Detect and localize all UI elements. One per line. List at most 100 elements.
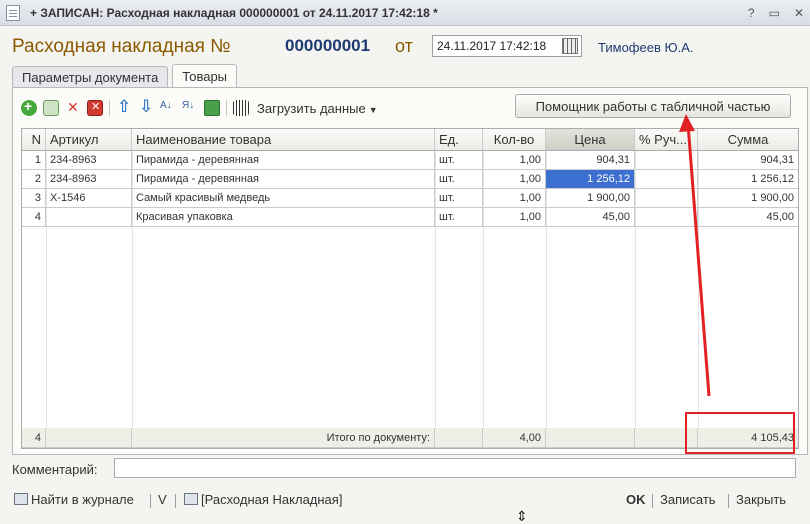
ok-button[interactable]: OK [626,492,646,507]
print-label: [Расходная Накладная] [201,492,343,507]
cell-sum[interactable]: 45,00 [698,208,798,227]
save-button[interactable]: Записать [660,492,716,507]
find-in-journal-label: Найти в журнале [31,492,134,507]
copy-icon[interactable] [43,100,59,116]
header-sum[interactable]: Сумма [698,129,798,151]
scale-icon[interactable] [204,100,220,116]
header-price[interactable]: Цена [546,129,635,151]
delete-icon[interactable] [65,99,81,116]
close-button[interactable]: Закрыть [736,492,786,507]
sort-asc-icon[interactable] [160,100,176,116]
cell-sum[interactable]: 1 900,00 [698,189,798,208]
footer-qty-total: 4,00 [483,428,546,448]
cell-qty[interactable]: 1,00 [483,208,546,227]
tab-document-params[interactable]: Параметры документа [12,66,169,88]
table-row[interactable]: 1 234-8963 Пирамида - деревянная шт. 1,0… [22,151,798,170]
help-icon[interactable]: ? [748,6,755,20]
comment-label: Комментарий: [12,462,98,477]
cell-name[interactable]: Пирамида - деревянная [132,170,435,189]
cell-article[interactable] [46,208,132,227]
maximize-icon[interactable]: ▭ [769,6,780,20]
footer-total-label: Итого по документу: [132,428,435,448]
footer-count: 4 [22,428,46,448]
cell-n[interactable]: 2 [22,170,46,189]
tab-goods[interactable]: Товары [172,64,238,88]
header-unit[interactable]: Ед. [435,129,483,151]
goods-panel: Загрузить данные▼ Помощник работы с табл… [12,87,808,455]
toolbar-separator [226,100,227,116]
footer-empty [435,428,483,448]
table-row[interactable]: 3 X-1546 Самый красивый медведь шт. 1,00… [22,189,798,208]
cell-sum[interactable]: 1 256,12 [698,170,798,189]
find-in-journal-button[interactable]: Найти в журнале [14,492,134,507]
cell-name[interactable]: Пирамида - деревянная [132,151,435,170]
window-title: + ЗАПИСАН: Расходная накладная 000000001… [30,5,438,20]
document-title: Расходная накладная № [12,36,231,57]
bottom-separator [175,494,176,508]
header-name[interactable]: Наименование товара [132,129,435,151]
table-row[interactable]: 4 Красивая упаковка шт. 1,00 45,00 45,00 [22,208,798,227]
cell-manual-discount[interactable] [635,189,698,208]
move-down-icon[interactable] [138,97,154,117]
printer-icon [184,493,198,505]
cell-article[interactable]: X-1546 [46,189,132,208]
footer-empty [546,428,635,448]
add-icon[interactable] [21,98,37,116]
v-button[interactable]: V [158,492,167,507]
cell-unit[interactable]: шт. [435,170,483,189]
cell-price-selected[interactable]: 1 256,12 [546,170,635,189]
header-qty[interactable]: Кол-во [483,129,546,151]
close-icon[interactable]: ✕ [794,6,804,20]
cell-manual-discount[interactable] [635,151,698,170]
journal-icon [14,493,28,505]
document-number[interactable]: 000000001 [285,36,370,56]
cell-n[interactable]: 4 [22,208,46,227]
date-label: от [395,36,413,56]
cell-unit[interactable]: шт. [435,208,483,227]
responsible-user[interactable]: Тимофеев Ю.А. [598,40,694,55]
table-helper-button[interactable]: Помощник работы с табличной частью [515,94,791,118]
cell-qty[interactable]: 1,00 [483,189,546,208]
cell-n[interactable]: 1 [22,151,46,170]
cell-price[interactable]: 904,31 [546,151,635,170]
document-icon [6,4,20,21]
table-toolbar: Загрузить данные▼ [21,96,378,120]
cell-price[interactable]: 45,00 [546,208,635,227]
header-n[interactable]: N [22,129,46,151]
sort-desc-icon[interactable] [182,100,198,116]
cell-sum[interactable]: 904,31 [698,151,798,170]
move-up-icon[interactable] [116,97,132,117]
cell-name[interactable]: Самый красивый медведь [132,189,435,208]
load-data-menu[interactable]: Загрузить данные ▼ [257,101,378,116]
cell-name[interactable]: Красивая упаковка [132,208,435,227]
comment-input[interactable] [114,458,796,478]
bottom-bar: Найти в журнале V [Расходная Накладная] … [0,488,810,512]
mark-delete-icon[interactable] [87,100,103,116]
table-footer: 4 Итого по документу: 4,00 4 105,43 [22,428,798,448]
bottom-separator [652,494,653,508]
calendar-icon[interactable] [562,38,578,54]
table-row[interactable]: 2 234-8963 Пирамида - деревянная шт. 1,0… [22,170,798,189]
cell-manual-discount[interactable] [635,208,698,227]
tab-bar: Параметры документа Товары [12,64,241,88]
print-button[interactable]: [Расходная Накладная] [184,492,342,507]
barcode-icon[interactable] [233,100,249,116]
footer-sum-total: 4 105,43 [698,428,798,448]
cell-article[interactable]: 234-8963 [46,151,132,170]
cell-unit[interactable]: шт. [435,151,483,170]
header-article[interactable]: Артикул [46,129,132,151]
chevron-down-icon: ▼ [368,104,378,115]
cell-n[interactable]: 3 [22,189,46,208]
footer-empty [46,428,132,448]
cell-price[interactable]: 1 900,00 [546,189,635,208]
cell-article[interactable]: 234-8963 [46,170,132,189]
bottom-separator [150,494,151,508]
header-manual-discount[interactable]: % Руч... [635,129,698,151]
cell-unit[interactable]: шт. [435,189,483,208]
date-value[interactable]: 24.11.2017 17:42:18 [433,39,562,53]
cell-manual-discount[interactable] [635,170,698,189]
cell-qty[interactable]: 1,00 [483,170,546,189]
date-input[interactable]: 24.11.2017 17:42:18 [432,35,582,57]
cell-qty[interactable]: 1,00 [483,151,546,170]
goods-table: N Артикул Наименование товара Ед. Кол-во… [21,128,799,449]
